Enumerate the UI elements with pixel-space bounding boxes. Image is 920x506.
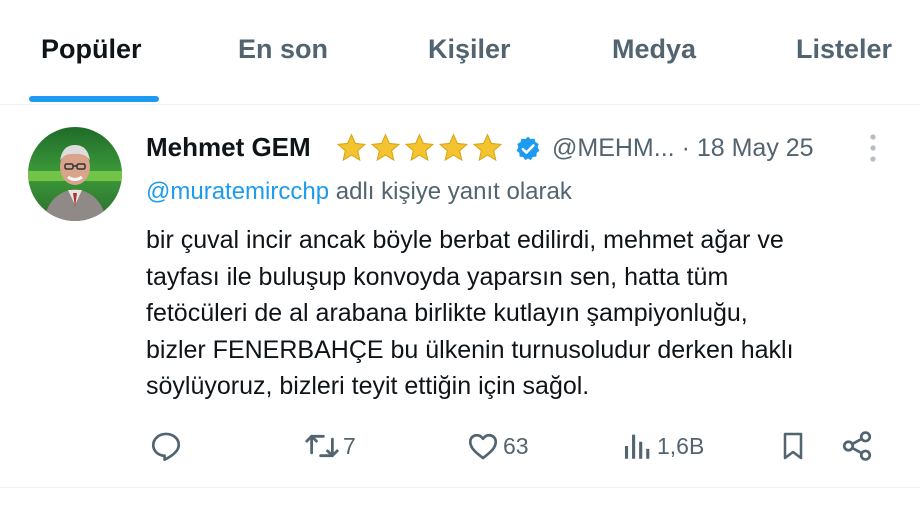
- tweet-text-line: söylüyoruz, bizleri teyit ettiğin için s…: [146, 372, 590, 400]
- like-count: 63: [503, 432, 529, 459]
- tweet-text: bir çuval incir ancak böyle berbat edili…: [146, 222, 886, 405]
- tweet-divider: [0, 487, 920, 488]
- like-button[interactable]: 63: [466, 426, 529, 466]
- reply-mention-link[interactable]: @muratemircchp: [146, 178, 329, 205]
- reply-context-text: adlı kişiye yanıt olarak: [329, 178, 572, 205]
- views-count: 1,6B: [657, 432, 705, 459]
- star-rating: [335, 132, 504, 164]
- views-button[interactable]: 1,6B: [620, 426, 704, 466]
- avatar[interactable]: [28, 127, 122, 221]
- like-icon: [468, 433, 498, 460]
- star-icon: [336, 133, 367, 162]
- author-name[interactable]: Mehmet GEM: [146, 132, 311, 163]
- tab-latest[interactable]: En son: [238, 34, 328, 65]
- star-icon: [472, 133, 503, 162]
- more-icon[interactable]: [858, 130, 888, 166]
- tweet-text-line: fetöcüleri de al arabana birlikte kutlay…: [146, 299, 748, 327]
- star-icon: [404, 133, 435, 162]
- star-icon: [438, 133, 469, 162]
- reply-context: @muratemircchp adlı kişiye yanıt olarak: [146, 178, 572, 206]
- reply-button[interactable]: [149, 426, 186, 466]
- retweet-count: 7: [343, 432, 356, 459]
- tab-popular[interactable]: Popüler: [41, 34, 142, 65]
- retweet-icon: [305, 434, 339, 458]
- verified-badge-icon: [516, 136, 540, 161]
- author-handle[interactable]: @MEHM...: [552, 134, 675, 162]
- share-icon: [842, 431, 872, 461]
- share-button[interactable]: [840, 426, 874, 466]
- tweet-handle-date: @MEHM... · 18 May 25: [552, 134, 814, 163]
- search-tabs: Popüler En son Kişiler Medya Listeler: [0, 0, 920, 105]
- retweet-button[interactable]: 7: [304, 426, 356, 466]
- tweet-text-line: bir çuval incir ancak böyle berbat edili…: [146, 226, 784, 254]
- bookmark-button[interactable]: [777, 426, 809, 466]
- star-icon: [370, 133, 401, 162]
- bookmark-icon: [783, 432, 803, 460]
- reply-icon: [151, 432, 181, 461]
- views-icon: [624, 434, 650, 459]
- tweet-date[interactable]: · 18 May 25: [682, 134, 814, 162]
- tweet-text-line: tayfası ile buluşup konvoyda yaparsın se…: [146, 262, 729, 291]
- tab-media[interactable]: Medya: [612, 34, 696, 65]
- tab-people[interactable]: Kişiler: [428, 34, 511, 65]
- active-tab-indicator: [29, 96, 159, 102]
- tab-lists[interactable]: Listeler: [796, 34, 892, 65]
- tweet-text-line: bizler FENERBAHÇE bu ülkenin turnusoludu…: [146, 335, 794, 364]
